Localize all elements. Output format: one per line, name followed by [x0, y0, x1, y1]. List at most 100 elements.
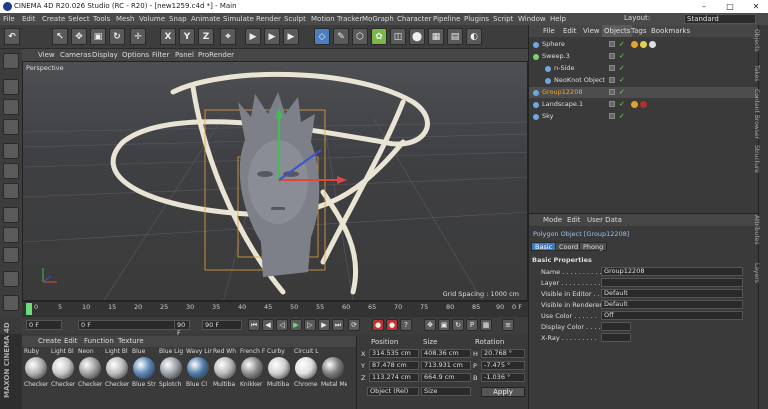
model-mode-icon[interactable]	[3, 79, 19, 95]
move-tool-button[interactable]: ✥	[71, 28, 87, 45]
play-button[interactable]: ▶	[290, 319, 302, 331]
planar-workplane-icon[interactable]	[3, 295, 19, 311]
attr-menu-user-data[interactable]: User Data	[587, 214, 622, 226]
object-row[interactable]: Landscape.1 ✓	[529, 99, 759, 110]
object-row[interactable]: n-Side ✓	[529, 63, 759, 74]
render-view-button[interactable]: ▶	[245, 28, 261, 45]
next-frame-button[interactable]: ▷	[304, 319, 316, 331]
position-x-field[interactable]: 314.535 cm	[369, 349, 419, 358]
end-frame-field-a[interactable]: 90 F	[174, 320, 190, 337]
current-frame-field[interactable]: 0 F	[78, 320, 188, 330]
recent-tools-button[interactable]: ✛	[130, 28, 146, 45]
render-picture-viewer-button[interactable]: ▶	[264, 28, 280, 45]
timeline[interactable]: 0 5 10 15 20 25 30 35 40 45 50 55 60 65 …	[22, 301, 528, 317]
menu-pipeline[interactable]: Pipeline	[433, 13, 460, 25]
apply-button[interactable]: Apply	[481, 387, 525, 397]
position-z-field[interactable]: 113.274 cm	[369, 373, 419, 382]
visibility-toggle[interactable]	[609, 101, 615, 107]
side-tab-layers[interactable]: Layers	[753, 263, 760, 283]
make-editable-icon[interactable]	[3, 53, 19, 69]
size-z-field[interactable]: 664.9 cm	[421, 373, 471, 382]
select-tool-button[interactable]: ↖	[52, 28, 68, 45]
rotation-key-button[interactable]: ↻	[452, 319, 464, 331]
pen-spline-button[interactable]: ✎	[333, 28, 349, 45]
y-axis-button[interactable]: Y	[179, 28, 195, 45]
menu-volume[interactable]: Volume	[139, 13, 165, 25]
menu-select[interactable]: Select	[68, 13, 90, 25]
light-button[interactable]: ◐	[466, 28, 482, 45]
objects-menu-objects[interactable]: Objects	[602, 25, 633, 37]
side-tab-objects[interactable]: Objects	[753, 29, 760, 52]
menu-edit[interactable]: Edit	[22, 13, 36, 25]
viewport-menu-panel[interactable]: Panel	[175, 49, 194, 61]
viewport-menu-display[interactable]: Display	[92, 49, 118, 61]
3d-viewport[interactable]: Perspective Grid Spacing : 1000 cm	[22, 61, 528, 301]
prev-key-button[interactable]: ◀	[262, 319, 274, 331]
attribute-field[interactable]: Group12208	[601, 267, 743, 276]
end-frame-field-b[interactable]: 90 F	[202, 320, 242, 330]
tag-icon[interactable]	[649, 41, 656, 48]
menu-motion-tracker[interactable]: Motion Tracker	[311, 13, 362, 25]
menu-window[interactable]: Window	[518, 13, 546, 25]
visibility-toggle[interactable]	[609, 77, 615, 83]
menu-character[interactable]: Character	[397, 13, 432, 25]
size-mode-select[interactable]: Size	[421, 387, 471, 396]
enabled-check-icon[interactable]: ✓	[619, 111, 625, 122]
rotate-tool-button[interactable]: ↻	[109, 28, 125, 45]
prev-frame-button[interactable]: ◁	[276, 319, 288, 331]
snap-icon[interactable]	[3, 247, 19, 263]
tag-icon[interactable]	[631, 41, 638, 48]
menu-mograph[interactable]: MoGraph	[362, 13, 394, 25]
side-tab-attributes[interactable]: Attributes	[753, 215, 760, 245]
object-row[interactable]: Sky ✓	[529, 111, 759, 122]
menu-animate[interactable]: Animate	[191, 13, 220, 25]
enabled-check-icon[interactable]: ✓	[619, 87, 625, 98]
material-swatch[interactable]: Circuit L Chrome	[294, 348, 319, 396]
object-row[interactable]: Sphere ✓	[529, 39, 759, 50]
material-menu-create[interactable]: Create	[38, 336, 61, 347]
material-swatch[interactable]: Metal Me	[321, 348, 347, 396]
side-tab-takes[interactable]: Takes	[753, 65, 760, 81]
menu-simulate[interactable]: Simulate	[223, 13, 254, 25]
tab-basic[interactable]: Basic	[531, 242, 557, 251]
enabled-check-icon[interactable]: ✓	[619, 99, 625, 110]
coordinate-mode-select[interactable]: Object (Rel)	[367, 387, 419, 396]
coordinate-system-button[interactable]: ⌖	[220, 28, 236, 45]
material-swatch[interactable]: Blue Blue Str	[132, 348, 156, 396]
enabled-check-icon[interactable]: ✓	[619, 63, 625, 74]
rotation-p-field[interactable]: -7.475 °	[481, 361, 525, 370]
record-button[interactable]: ●	[372, 319, 384, 331]
tag-icon[interactable]	[631, 101, 638, 108]
position-key-button[interactable]: ✥	[424, 319, 436, 331]
undo-button[interactable]: ↶	[4, 28, 20, 45]
side-tab-content-browser[interactable]: Content Browser	[753, 89, 760, 139]
subdivision-button[interactable]: ⬡	[352, 28, 368, 45]
texture-mode-icon[interactable]	[3, 99, 19, 115]
array-button[interactable]: ✿	[371, 28, 387, 45]
minimize-button[interactable]: –	[692, 0, 716, 13]
tag-icon[interactable]	[640, 41, 647, 48]
tag-icon[interactable]	[640, 101, 647, 108]
menu-sculpt[interactable]: Sculpt	[284, 13, 306, 25]
cube-object-button[interactable]: ◇	[314, 28, 330, 45]
side-tab-structure[interactable]: Structure	[753, 145, 760, 173]
menu-plugins[interactable]: Plugins	[464, 13, 489, 25]
lock-workplane-icon[interactable]	[3, 271, 19, 287]
z-axis-button[interactable]: Z	[198, 28, 214, 45]
visibility-toggle[interactable]	[609, 53, 615, 59]
size-y-field[interactable]: 713.931 cm	[421, 361, 471, 370]
material-swatch[interactable]: Neon Checker	[78, 348, 102, 396]
tweak-icon[interactable]	[3, 227, 19, 243]
visibility-toggle[interactable]	[609, 41, 615, 47]
maximize-button[interactable]: □	[718, 0, 742, 13]
attribute-field[interactable]	[601, 333, 631, 342]
attr-menu-mode[interactable]: Mode	[543, 214, 562, 226]
attribute-field[interactable]: Default	[601, 300, 743, 309]
material-swatch[interactable]: Light Bl Checker	[51, 348, 75, 396]
objects-menu-view[interactable]: View	[583, 25, 600, 37]
material-swatch[interactable]: Red Wh Multiba	[213, 348, 237, 396]
material-swatch[interactable]: Ruby Checker	[24, 348, 48, 396]
material-swatch[interactable]: Wavy Lin Blue Cl	[186, 348, 212, 396]
menu-file[interactable]: File	[3, 13, 15, 25]
material-menu-function[interactable]: Function	[84, 336, 114, 347]
